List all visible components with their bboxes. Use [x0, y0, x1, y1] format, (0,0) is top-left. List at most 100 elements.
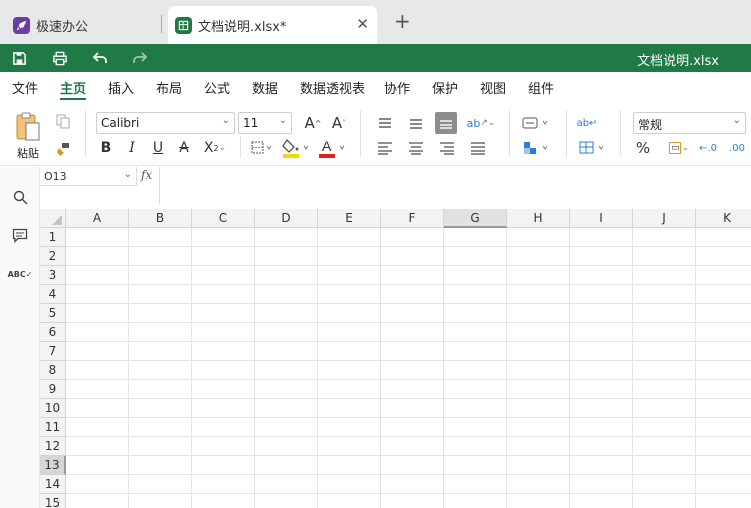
menu-home[interactable]: 主页: [60, 78, 86, 97]
new-tab-icon[interactable]: +: [394, 11, 411, 31]
svg-text:A: A: [322, 138, 332, 154]
fill-color-icon[interactable]: [282, 136, 312, 160]
tab-home[interactable]: 极速办公: [0, 6, 162, 44]
number-format-dropdown[interactable]: 常规 ⌄: [633, 112, 746, 134]
row-header[interactable]: 4: [40, 285, 66, 304]
row-header[interactable]: 10: [40, 399, 66, 418]
increase-font-icon[interactable]: A ^: [302, 112, 324, 134]
row-header[interactable]: 13: [40, 456, 66, 475]
name-box[interactable]: O13 ⌄: [40, 167, 137, 186]
row-header[interactable]: 15: [40, 494, 66, 508]
menu-view[interactable]: 视图: [480, 78, 506, 97]
underline-icon[interactable]: U: [149, 138, 167, 158]
menu-components[interactable]: 组件: [528, 78, 554, 97]
percent-icon[interactable]: %: [633, 138, 653, 158]
number-format-grid-icon[interactable]: [576, 138, 608, 158]
ribbon-divider: [509, 110, 510, 156]
font-name-value: Calibri: [101, 116, 140, 130]
save-icon[interactable]: [10, 49, 28, 67]
column-header[interactable]: C: [192, 209, 255, 228]
align-right-icon[interactable]: [436, 138, 458, 158]
row-header[interactable]: 3: [40, 266, 66, 285]
row-header[interactable]: 1: [40, 228, 66, 247]
wrap-text-icon[interactable]: ab↵: [576, 112, 598, 134]
copy-icon[interactable]: [54, 112, 72, 130]
menu-file[interactable]: 文件: [12, 78, 38, 97]
clipboard-icon: [16, 112, 40, 141]
format-painter-icon[interactable]: [54, 140, 72, 158]
tab-label: 极速办公: [36, 19, 89, 35]
row-header[interactable]: 7: [40, 342, 66, 361]
font-size-dropdown[interactable]: 11 ⌄: [238, 112, 292, 134]
font-name-dropdown[interactable]: Calibri ⌄: [96, 112, 235, 134]
menu-collaborate[interactable]: 协作: [384, 78, 410, 97]
column-header[interactable]: H: [507, 209, 570, 228]
row-header[interactable]: 12: [40, 437, 66, 456]
spell-check-icon[interactable]: ABC✓: [8, 265, 33, 283]
decrease-decimal-icon[interactable]: ←.0: [697, 138, 719, 158]
menu-formula[interactable]: 公式: [204, 78, 230, 97]
row-header[interactable]: 6: [40, 323, 66, 342]
spreadsheet-grid: ABCDEFGHIJK 1 2 3 4 5 6 7 8 9 10 11 12 13 14 15: [40, 209, 751, 508]
select-all-corner[interactable]: [40, 209, 66, 228]
italic-icon[interactable]: I: [123, 138, 141, 158]
column-header[interactable]: D: [255, 209, 318, 228]
merge-cells-icon[interactable]: [520, 112, 552, 134]
align-top-icon[interactable]: [374, 112, 396, 134]
chevron-down-icon: ⌄: [221, 115, 230, 126]
decrease-font-icon[interactable]: Aˇ: [328, 112, 350, 134]
font-color-icon[interactable]: A: [318, 136, 348, 160]
row-header[interactable]: 8: [40, 361, 66, 380]
formula-bar: O13 ⌄ fx: [40, 167, 751, 205]
align-left-icon[interactable]: [374, 138, 396, 158]
column-header[interactable]: A: [66, 209, 129, 228]
menu-pivot-table[interactable]: 数据透视表: [300, 78, 365, 97]
function-icon[interactable]: fx: [141, 168, 159, 185]
redo-icon[interactable]: [131, 49, 149, 67]
ribbon-divider: [85, 110, 86, 156]
column-header[interactable]: E: [318, 209, 381, 228]
accounting-icon[interactable]: ▭ ⌄: [664, 138, 694, 158]
row-header[interactable]: 9: [40, 380, 66, 399]
menu-protect[interactable]: 保护: [432, 78, 458, 97]
column-header[interactable]: I: [570, 209, 633, 228]
row-header[interactable]: 14: [40, 475, 66, 494]
strikethrough-icon[interactable]: A: [175, 138, 193, 158]
justify-icon[interactable]: [467, 138, 489, 158]
menu-layout[interactable]: 布局: [156, 78, 182, 97]
document-title: 文档说明.xlsx: [637, 54, 719, 69]
bold-icon[interactable]: B: [97, 138, 115, 158]
row-header[interactable]: 2: [40, 247, 66, 266]
subscript-icon[interactable]: X 2 ⌄: [201, 138, 229, 158]
comment-icon[interactable]: [11, 226, 29, 244]
paste-button[interactable]: [12, 110, 44, 144]
fill-color-swatch: [283, 154, 299, 158]
cell-reference: O13: [44, 170, 67, 183]
align-middle-icon[interactable]: [405, 112, 427, 134]
column-header[interactable]: B: [129, 209, 192, 228]
undo-icon[interactable]: [91, 49, 109, 67]
menu-insert[interactable]: 插入: [108, 78, 134, 97]
column-header[interactable]: F: [381, 209, 444, 228]
align-bottom-icon[interactable]: [435, 112, 457, 134]
row-header[interactable]: 5: [40, 304, 66, 323]
row-header[interactable]: 11: [40, 418, 66, 437]
print-icon[interactable]: [51, 49, 69, 67]
ribbon-divider: [240, 136, 241, 158]
cell-style-icon[interactable]: [520, 138, 552, 158]
align-center-icon[interactable]: [405, 138, 427, 158]
column-header[interactable]: G: [444, 209, 507, 228]
text-orientation-icon[interactable]: ab ↗⌄: [466, 112, 496, 134]
close-icon[interactable]: ✕: [356, 15, 369, 33]
formula-input[interactable]: [161, 167, 751, 186]
cell-area[interactable]: [66, 228, 751, 508]
tab-document[interactable]: 文档说明.xlsx* ✕: [168, 6, 377, 44]
menu-bar: 文件 主页 插入 布局 公式 数据 数据透视表 协作 保护 视图 组件: [0, 72, 751, 100]
column-header[interactable]: K: [696, 209, 751, 228]
ribbon-toolbar: 粘贴 Calibri ⌄ 11 ⌄ A ^ Aˇ B I U A X 2 ⌄ A ab ↗⌄…: [0, 100, 751, 166]
column-header[interactable]: J: [633, 209, 696, 228]
menu-data[interactable]: 数据: [252, 78, 278, 97]
borders-icon[interactable]: [249, 138, 275, 158]
increase-decimal-icon[interactable]: .00: [726, 138, 748, 158]
search-icon[interactable]: [11, 188, 29, 206]
